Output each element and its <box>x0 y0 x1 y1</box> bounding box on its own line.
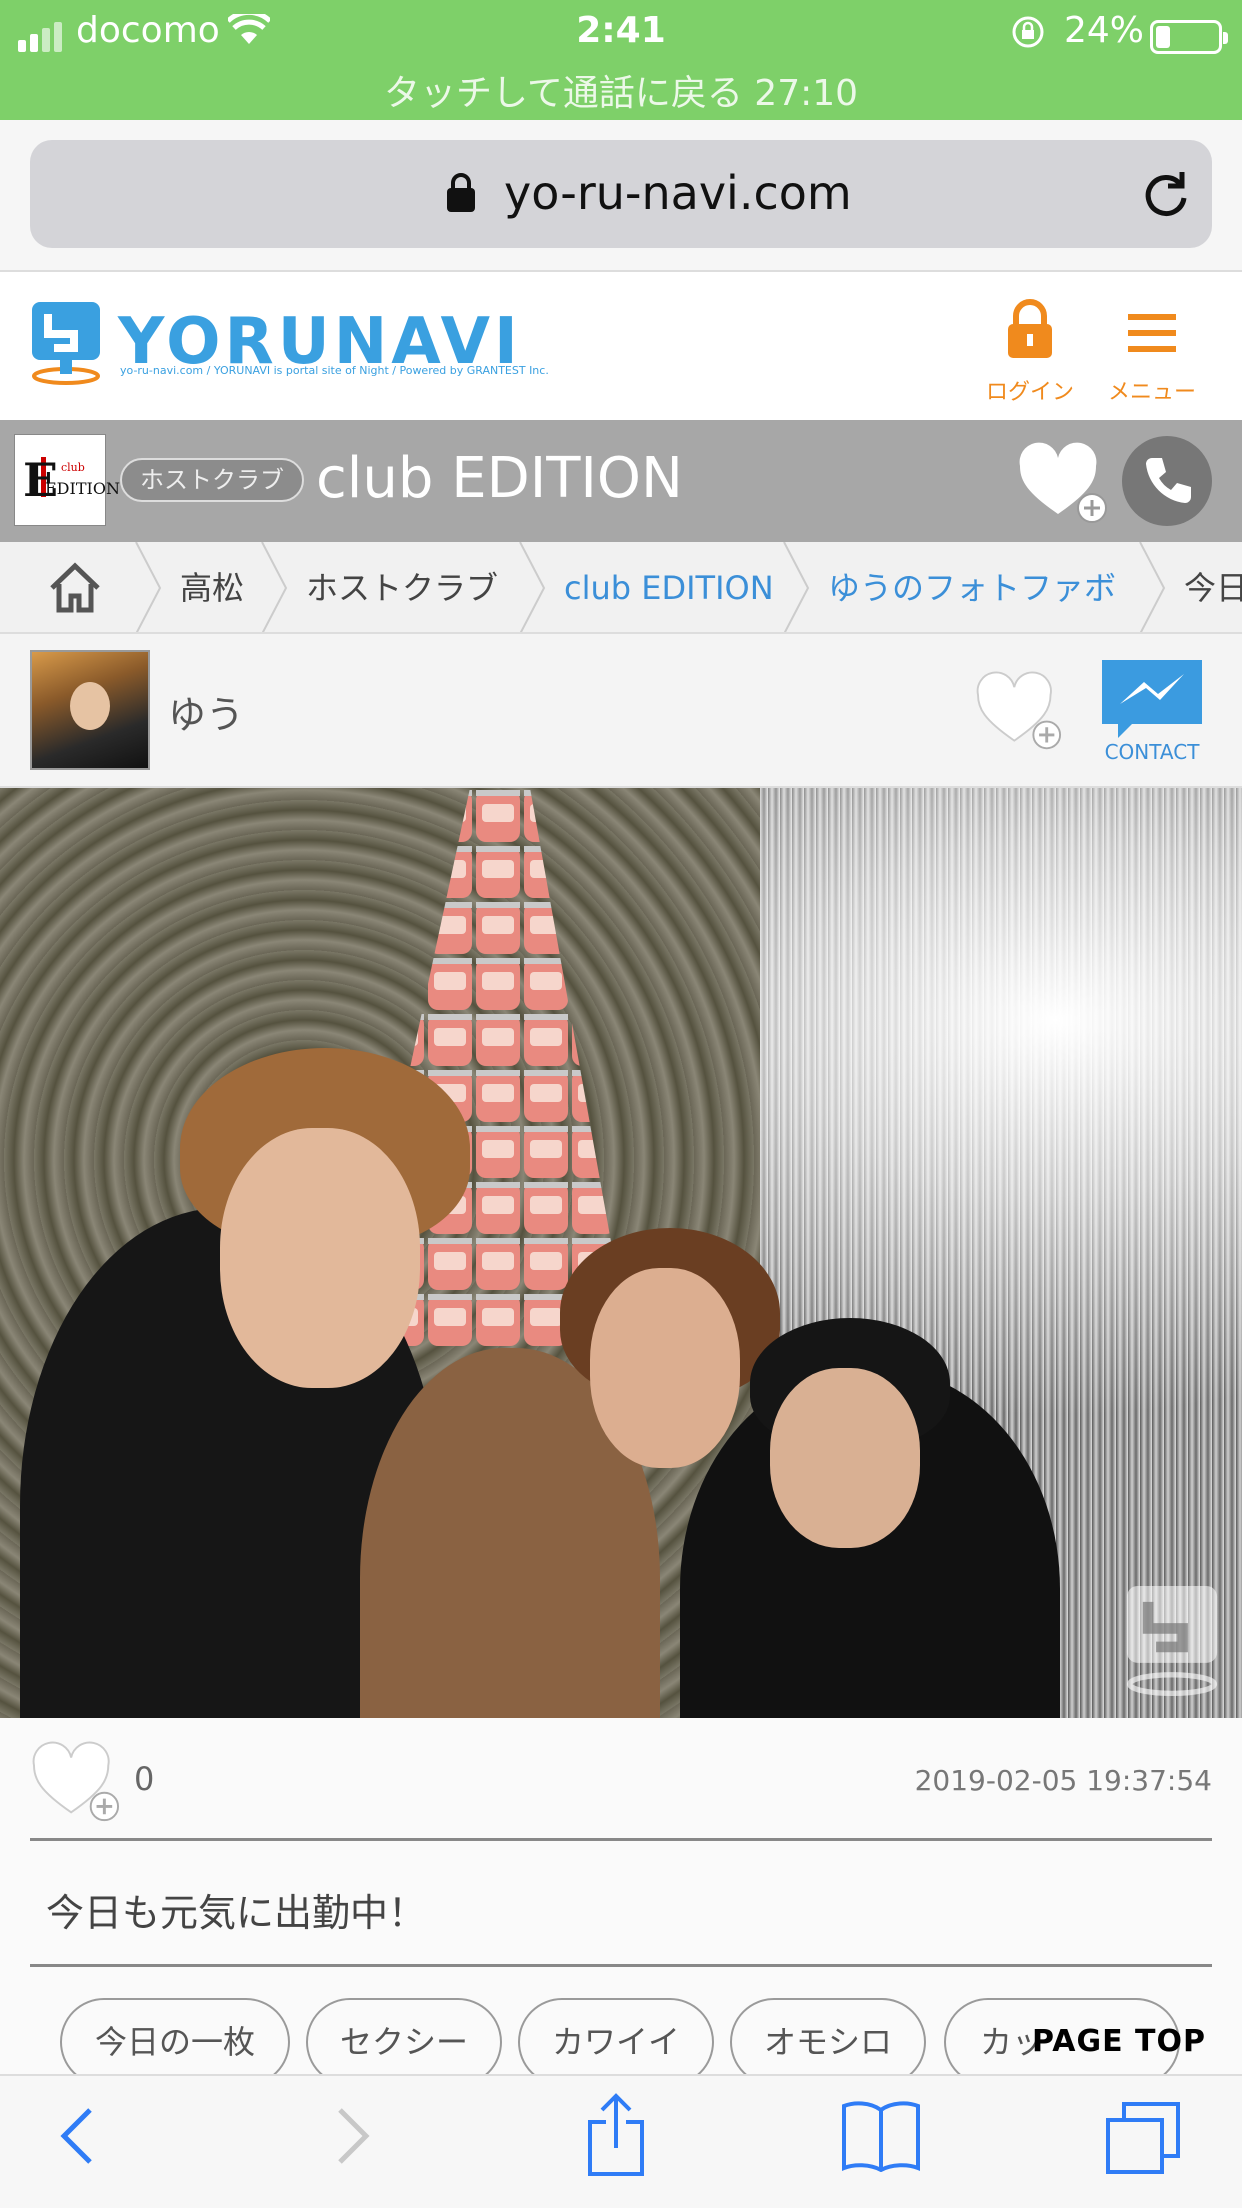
status-bar: docomo 2:41 24% タッチして通話に戻る 27:10 <box>0 0 1242 120</box>
breadcrumb-separator-icon <box>783 542 810 632</box>
menu-button[interactable]: メニュー <box>1102 298 1202 406</box>
hamburger-menu-icon <box>1128 314 1176 352</box>
breadcrumb-separator-icon <box>261 542 288 632</box>
shop-name[interactable]: club EDITION <box>316 446 683 511</box>
breadcrumb-item-takamatsu[interactable]: 高松 <box>180 542 244 632</box>
tag-chip[interactable]: オモシロ <box>730 1998 926 2086</box>
shop-category-tag: ホストクラブ <box>120 458 304 502</box>
cast-profile-row: ゆう CONTACT <box>0 634 1242 788</box>
share-icon[interactable] <box>584 2092 648 2178</box>
back-icon[interactable] <box>56 2104 100 2168</box>
browser-address-area: yo-ru-navi.com <box>0 120 1242 272</box>
breadcrumb: 高松 ホストクラブ club EDITION ゆうのフォトファボ 今日 <box>0 542 1242 634</box>
page-top-button[interactable]: PAGE TOP <box>1032 2024 1206 2059</box>
site-header: YORUNAVI yo-ru-navi.com / YORUNAVI is po… <box>0 272 1242 420</box>
breadcrumb-item-shop[interactable]: club EDITION <box>564 542 774 632</box>
phone-call-button[interactable] <box>1122 436 1212 526</box>
avatar[interactable] <box>30 650 150 770</box>
breadcrumb-item-hostclub[interactable]: ホストクラブ <box>306 542 498 632</box>
breadcrumb-item-photo-fav[interactable]: ゆうのフォトファボ <box>828 542 1116 632</box>
like-count: 0 <box>134 1760 155 1798</box>
lock-icon <box>447 173 475 212</box>
return-to-call-banner[interactable]: タッチして通話に戻る 27:10 <box>0 64 1242 116</box>
yorunavi-logo-icon <box>32 302 100 385</box>
padlock-icon <box>1008 299 1052 358</box>
home-icon[interactable] <box>48 560 102 614</box>
address-bar[interactable]: yo-ru-navi.com <box>30 140 1212 248</box>
login-button[interactable]: ログイン <box>980 298 1080 406</box>
divider <box>30 1838 1212 1841</box>
battery-icon <box>1150 20 1228 54</box>
tabs-icon[interactable] <box>1104 2098 1184 2176</box>
browser-toolbar <box>0 2074 1242 2208</box>
breadcrumb-separator-icon <box>1139 542 1166 632</box>
bookmarks-icon[interactable] <box>840 2098 922 2172</box>
yorunavi-watermark-icon <box>1126 1585 1218 1697</box>
tag-chip[interactable]: カワイイ <box>518 1998 714 2086</box>
reload-icon[interactable] <box>1140 168 1192 220</box>
breadcrumb-item-current: 今日 <box>1184 569 1242 607</box>
tag-chip[interactable]: 今日の一枚 <box>60 1998 290 2086</box>
favorite-add-icon[interactable] <box>1018 440 1110 528</box>
shop-logo-club: club <box>61 461 85 474</box>
divider <box>30 1964 1212 1967</box>
tag-chip[interactable]: セクシー <box>306 1998 502 2086</box>
logo-tagline: yo-ru-navi.com / YORUNAVI is portal site… <box>120 364 549 377</box>
phone-icon <box>1146 458 1191 503</box>
forward-icon[interactable] <box>330 2104 374 2168</box>
cast-name[interactable]: ゆう <box>168 684 244 739</box>
login-label: ログイン <box>985 380 1074 405</box>
breadcrumb-separator-icon <box>519 542 546 632</box>
breadcrumb-separator-icon <box>135 542 162 632</box>
url-text[interactable]: yo-ru-navi.com <box>504 166 852 220</box>
contact-label: CONTACT <box>1104 740 1200 764</box>
favorite-add-icon[interactable] <box>32 1740 122 1826</box>
menu-label: メニュー <box>1107 380 1196 405</box>
rotation-lock-icon <box>1012 16 1044 48</box>
shop-logo[interactable]: E club EDITION <box>14 434 120 526</box>
battery-percent: 24% <box>1064 10 1145 51</box>
post-photo[interactable] <box>0 788 1242 1718</box>
post-caption: 今日も元気に出勤中！ <box>46 1891 427 1935</box>
messenger-icon <box>1102 660 1202 738</box>
post-timestamp: 2019-02-05 19:37:54 <box>914 1764 1212 1797</box>
contact-button[interactable]: CONTACT <box>1100 660 1204 764</box>
favorite-add-icon[interactable] <box>976 670 1064 754</box>
shop-bar: E club EDITION ホストクラブ club EDITION <box>0 420 1242 542</box>
post-meta: 0 2019-02-05 19:37:54 <box>0 1718 1242 1838</box>
clock: 2:41 <box>576 10 666 51</box>
shop-logo-text: EDITION <box>45 479 120 498</box>
